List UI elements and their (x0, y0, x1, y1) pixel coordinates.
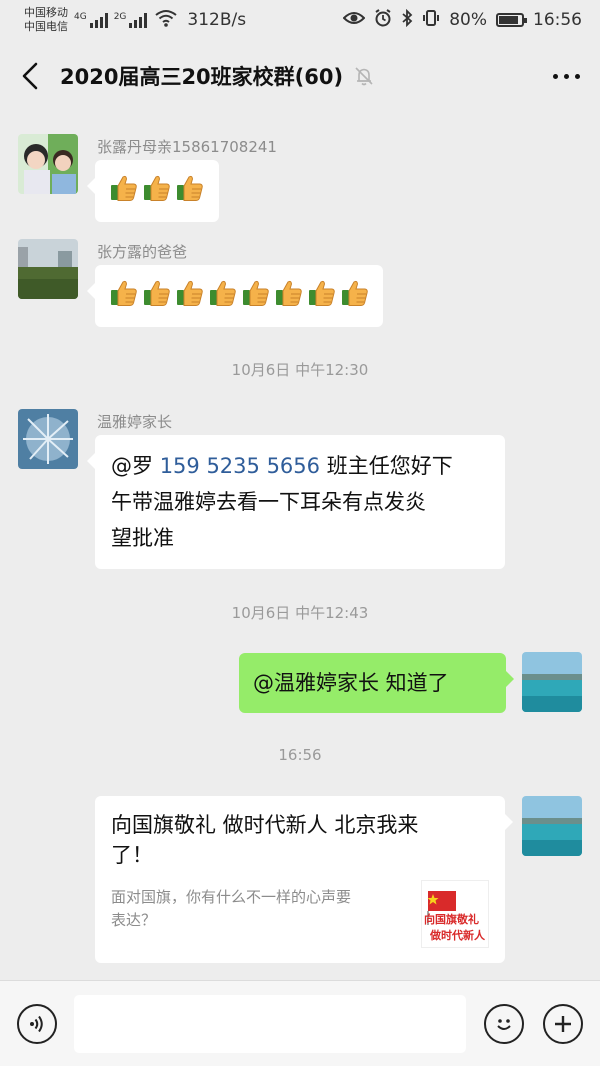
eye-icon (342, 10, 366, 31)
chevron-left-icon (22, 62, 38, 90)
thumbs-up-icon (241, 278, 271, 308)
thumbs-up-icon (175, 173, 205, 203)
network-speed: 312B/s (187, 10, 247, 30)
card-title: 了！ (111, 843, 153, 867)
plus-icon (555, 1016, 571, 1032)
timestamp: 10月6日 中午12:30 (231, 361, 369, 379)
thumbs-up-icon (109, 278, 139, 308)
thumbs-up-icon (274, 278, 304, 308)
message-line: @罗 159 5235 5656 班主任您好下 (111, 448, 489, 484)
sender-name: 张方露的爸爸 (97, 243, 188, 261)
add-button[interactable] (543, 1004, 583, 1044)
message-line: 午带温雅婷去看一下耳朵有点发炎 (111, 490, 426, 514)
thumbs-up-icon (142, 278, 172, 308)
message-line: 望批准 (111, 526, 174, 550)
status-bar: 中国移动 中国电信 4G 2G 312B/s 80% 16:56 (0, 0, 600, 40)
emoji-button[interactable] (484, 1004, 524, 1044)
status-left: 中国移动 中国电信 4G 2G 312B/s (24, 6, 246, 34)
message-bubble[interactable] (87, 160, 219, 222)
more-dot (575, 73, 580, 79)
mention: @罗 (111, 454, 160, 478)
more-dot (564, 73, 569, 79)
card-thumbnail: 向国旗敬礼 做时代新人 (421, 880, 489, 948)
emoji-icon (497, 1019, 511, 1030)
status-right: 80% 16:56 (342, 8, 582, 32)
avatar[interactable] (18, 239, 78, 299)
message-text: 班主任您好下 (320, 454, 453, 478)
message-bubble[interactable] (87, 265, 383, 327)
sender-name: 温雅婷家长 (97, 413, 173, 431)
message-item: @温雅婷家长 知道了 (0, 642, 600, 722)
thumbs-up-icon (307, 278, 337, 308)
signal-2-icon: 2G (114, 12, 148, 28)
chat-header: 2020届高三20班家校群(60) (0, 40, 600, 112)
chat-area[interactable]: 张露丹母亲15861708241 张方露的爸爸 10月6日 中午12:30 温雅… (0, 112, 600, 980)
wifi-icon (155, 9, 178, 32)
link-card[interactable]: 向国旗敬礼 做时代新人 北京我来 了！ 面对国旗，你有什么不一样的心声要 表达？… (95, 796, 513, 963)
thumbs-up-icon (175, 278, 205, 308)
thumbs-up-icon (109, 173, 139, 203)
card-title: 向国旗敬礼 做时代新人 北京我来 (111, 813, 419, 837)
input-bar (0, 980, 600, 1066)
battery-icon (496, 13, 527, 27)
message-item: 张方露的爸爸 (0, 227, 600, 337)
message-input[interactable] (74, 995, 466, 1053)
voice-button[interactable] (17, 1004, 57, 1044)
thumbs-up-icon (142, 173, 172, 203)
timestamp: 10月6日 中午12:43 (231, 604, 369, 622)
message-item: 温雅婷家长 @罗 159 5235 5656 班主任您好下 午带温雅婷去看一下耳… (0, 397, 600, 577)
phone-link[interactable]: 159 5235 5656 (160, 454, 320, 478)
battery-percent: 80% (449, 10, 487, 30)
message-bubble[interactable]: @罗 159 5235 5656 班主任您好下 午带温雅婷去看一下耳朵有点发炎 … (87, 435, 505, 569)
card-thumb-text: 做时代新人 (430, 929, 485, 942)
vibrate-icon (422, 9, 440, 32)
carriers: 中国移动 中国电信 (24, 6, 68, 34)
alarm-icon (374, 8, 392, 32)
card-thumb-text: 向国旗敬礼 (424, 913, 479, 926)
avatar[interactable] (522, 796, 582, 856)
thumbs-up-icon (208, 278, 238, 308)
timestamp: 16:56 (278, 746, 322, 764)
thumbs-row (109, 173, 205, 203)
mute-bell-icon (353, 65, 375, 87)
carrier-1: 中国移动 (24, 6, 68, 19)
message-item: 向国旗敬礼 做时代新人 北京我来 了！ 面对国旗，你有什么不一样的心声要 表达？… (0, 787, 600, 967)
message-item: 张露丹母亲15861708241 (0, 112, 600, 227)
card-description: 面对国旗，你有什么不一样的心声要 表达？ (111, 888, 352, 929)
signal-1-icon: 4G (74, 12, 108, 28)
avatar[interactable] (18, 134, 78, 194)
sender-name: 张露丹母亲15861708241 (97, 138, 277, 156)
more-dot (553, 73, 558, 79)
chat-title: 2020届高三20班家校群(60) (60, 65, 344, 89)
message-text: @温雅婷家长 知道了 (253, 671, 449, 695)
carrier-2: 中国电信 (24, 20, 68, 33)
avatar[interactable] (522, 652, 582, 712)
message-bubble[interactable]: @温雅婷家长 知道了 (239, 653, 514, 713)
more-button[interactable] (553, 66, 580, 87)
status-time: 16:56 (533, 10, 582, 30)
bluetooth-icon (401, 8, 413, 32)
avatar[interactable] (18, 409, 78, 469)
thumbs-row (109, 278, 369, 308)
back-button[interactable] (20, 56, 48, 96)
voice-icon (30, 1015, 43, 1033)
thumbs-up-icon (340, 278, 370, 308)
